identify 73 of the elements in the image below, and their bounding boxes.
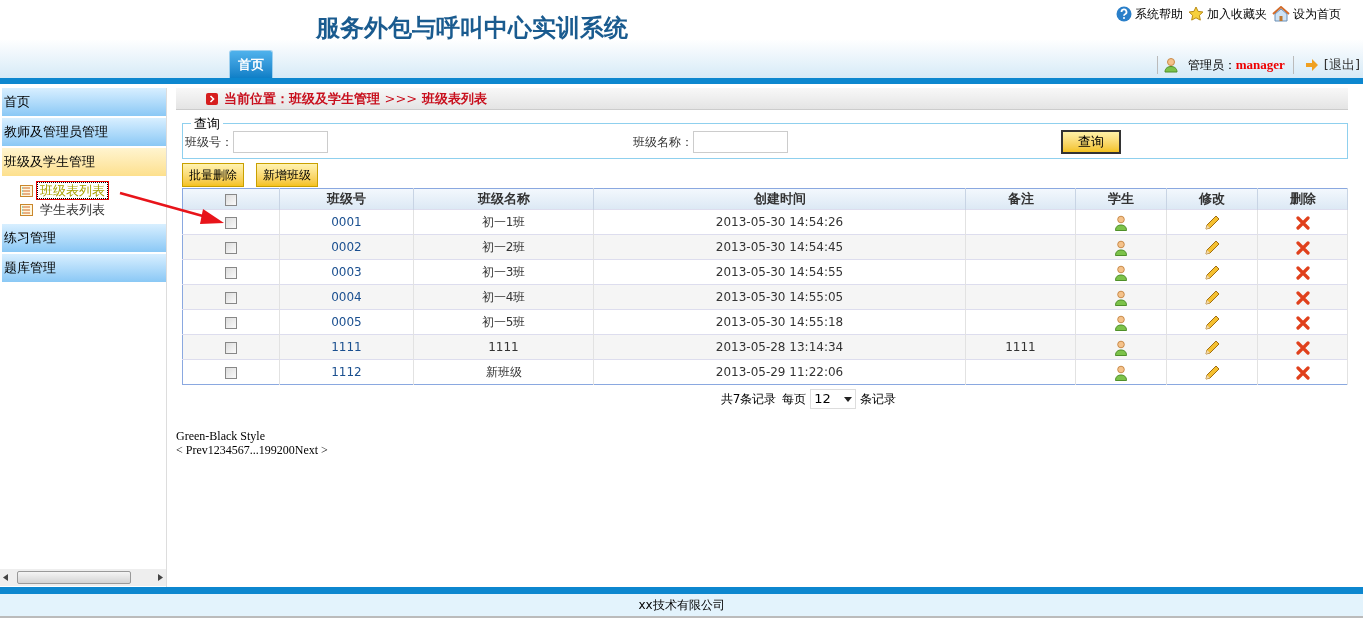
delete-icon[interactable] (1295, 315, 1310, 330)
checkbox[interactable] (225, 316, 237, 329)
delete-icon[interactable] (1295, 365, 1310, 380)
table-cell: 新班级 (413, 359, 594, 385)
query-button[interactable]: 查询 (1061, 129, 1121, 154)
pencil-icon[interactable] (1204, 264, 1220, 281)
student-icon[interactable] (1115, 264, 1127, 281)
delete-icon[interactable] (1295, 290, 1310, 305)
scroll-left-icon[interactable] (3, 574, 8, 581)
pencil-icon[interactable] (1204, 214, 1220, 231)
pencil-icon[interactable] (1204, 289, 1220, 306)
sidebar-item[interactable]: 练习管理 (2, 224, 166, 252)
student-icon[interactable] (1115, 364, 1127, 381)
pager-links[interactable]: < Prev1234567...199200Next > (176, 443, 328, 457)
checkbox[interactable] (225, 241, 237, 254)
list-icon (20, 203, 33, 216)
horizontal-scrollbar[interactable] (0, 569, 166, 586)
breadcrumb: 当前位置：班级及学生管理 >>> 班级表列表 (224, 89, 487, 108)
pencil-icon[interactable] (1204, 339, 1220, 356)
pencil-icon[interactable] (1204, 314, 1220, 331)
per-page-label: 每页 (782, 391, 807, 408)
action-button[interactable]: 批量删除 (182, 163, 244, 187)
system-title: 服务外包与呼叫中心实训系统 (316, 13, 628, 44)
scrollbar-thumb[interactable] (17, 571, 131, 584)
help-icon (1116, 6, 1132, 22)
checkbox[interactable] (225, 366, 237, 379)
footer-text: xx技术有限公司 (638, 597, 725, 614)
text-field[interactable] (693, 130, 788, 153)
delete-icon[interactable] (1295, 240, 1310, 255)
delete-icon[interactable] (1295, 215, 1310, 230)
record-count: 共7条记录 (720, 391, 777, 408)
student-icon[interactable] (1115, 239, 1127, 256)
checkbox[interactable] (225, 341, 237, 354)
table-cell: 2013-05-29 11:22:06 (593, 359, 966, 385)
checkbox[interactable] (225, 216, 237, 229)
checkbox[interactable] (225, 291, 237, 304)
student-icon[interactable] (1115, 339, 1127, 356)
student-icon[interactable] (1115, 289, 1127, 306)
sidebar-item[interactable]: 教师及管理员管理 (2, 118, 166, 146)
scroll-right-icon[interactable] (158, 574, 163, 581)
header-link[interactable]: 加入收藏夹 (1188, 5, 1267, 23)
delete-icon[interactable] (1295, 340, 1310, 355)
sidebar-item[interactable]: 首页 (2, 88, 166, 116)
sidebar-subitem[interactable]: 学生表列表 (37, 202, 108, 217)
logout-link[interactable]: [退出] (1323, 55, 1360, 75)
style-title: Green-Black Style (176, 429, 265, 443)
pencil-icon[interactable] (1204, 364, 1220, 381)
star-icon (1188, 6, 1204, 22)
delete-icon[interactable] (1295, 265, 1310, 280)
action-button[interactable]: 新增班级 (256, 163, 318, 187)
house-icon (1272, 6, 1290, 22)
header-link[interactable]: 系统帮助 (1116, 5, 1183, 23)
caret-icon (844, 396, 853, 402)
per-page-suffix: 条记录 (860, 391, 897, 408)
sidebar-item[interactable]: 班级及学生管理 (2, 148, 166, 176)
user-label: 管理员：manager (1187, 56, 1285, 75)
table-cell: 1112 (279, 359, 414, 385)
list-icon (20, 184, 33, 197)
field-label: 班级名称： (633, 133, 693, 151)
student-icon[interactable] (1115, 214, 1127, 231)
sidebar-item[interactable]: 题库管理 (2, 254, 166, 282)
text-field[interactable] (233, 130, 328, 153)
page-size-dropdown[interactable]: 12 (810, 389, 857, 409)
chevron-icon (206, 92, 218, 105)
pencil-icon[interactable] (1204, 239, 1220, 256)
checkbox[interactable] (225, 193, 237, 206)
field-label: 班级号： (185, 133, 233, 151)
header-link[interactable]: 设为首页 (1272, 5, 1341, 23)
checkbox[interactable] (225, 266, 237, 279)
panel-legend: 查询 (191, 114, 223, 134)
arrow-icon (1305, 59, 1318, 71)
user-icon (1163, 57, 1178, 73)
student-icon[interactable] (1115, 314, 1127, 331)
